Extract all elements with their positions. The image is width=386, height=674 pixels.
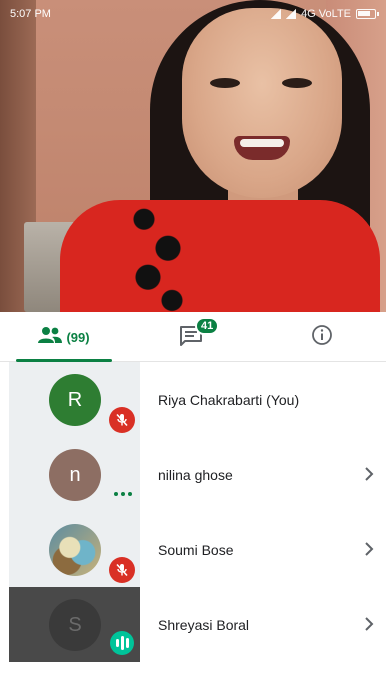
participant-row[interactable]: S Shreyasi Boral: [0, 587, 386, 662]
signal-icon-2: [286, 9, 297, 19]
avatar-initial: R: [67, 388, 83, 411]
status-right: 4G VoLTE: [271, 8, 379, 20]
mic-off-icon: [109, 557, 135, 583]
video-feed[interactable]: 5:07 PM 4G VoLTE: [0, 0, 386, 312]
tab-info[interactable]: [258, 312, 386, 362]
status-time: 5:07 PM: [10, 8, 51, 20]
avatar-initial: n: [69, 463, 81, 486]
info-icon: [311, 324, 333, 351]
participant-row[interactable]: R Riya Chakrabarti (You): [0, 362, 386, 437]
speaker-eye-right: [282, 78, 312, 88]
participant-name: Shreyasi Boral: [158, 617, 250, 633]
chevron-right-icon[interactable]: [362, 540, 376, 558]
battery-icon: [356, 9, 379, 19]
speaker-mouth: [234, 136, 290, 160]
avatar: S: [49, 599, 101, 651]
chevron-right-icon[interactable]: [362, 465, 376, 483]
signal-icon: [271, 9, 282, 19]
status-bar: 5:07 PM 4G VoLTE: [0, 0, 386, 28]
tab-chat[interactable]: 41: [128, 312, 258, 362]
participant-list: R Riya Chakrabarti (You) n nilina ghose: [0, 362, 386, 662]
speaker-top: [60, 200, 380, 312]
people-icon: [38, 326, 63, 349]
speaker-top-pattern: [120, 196, 200, 312]
more-dots-icon: [114, 490, 132, 498]
avatar: R: [49, 374, 101, 426]
participant-name: Soumi Bose: [158, 542, 234, 558]
tab-people[interactable]: (99): [0, 312, 128, 362]
tab-bar: (99) 41: [0, 312, 386, 362]
mic-off-icon: [109, 407, 135, 433]
chat-unread-badge: 41: [195, 317, 220, 335]
avatar: [49, 524, 101, 576]
network-label: 4G VoLTE: [301, 8, 351, 20]
chat-icon: [179, 326, 203, 351]
chevron-right-icon[interactable]: [362, 615, 376, 633]
speaker-face: [182, 8, 342, 198]
speaker-eye-left: [210, 78, 240, 88]
avatar-initial: S: [68, 613, 82, 636]
participant-row[interactable]: Soumi Bose: [0, 512, 386, 587]
people-count: (99): [66, 329, 90, 345]
participant-name: Riya Chakrabarti (You): [158, 392, 300, 408]
participant-row[interactable]: n nilina ghose: [0, 437, 386, 512]
speaking-indicator-icon: [110, 631, 134, 655]
avatar: n: [49, 449, 101, 501]
participant-name: nilina ghose: [158, 467, 233, 483]
